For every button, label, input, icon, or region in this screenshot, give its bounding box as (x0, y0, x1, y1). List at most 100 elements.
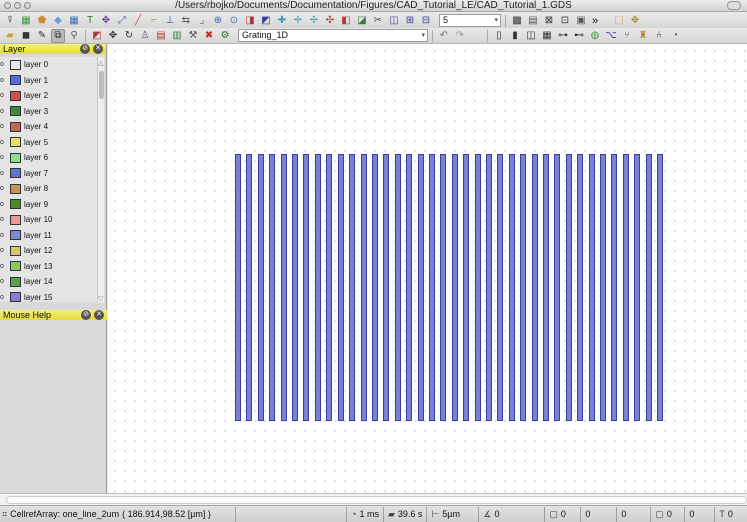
node-icon[interactable]: ✚ (275, 14, 289, 28)
undo-icon[interactable]: ↶ (437, 29, 451, 43)
rotate-icon[interactable]: ↻ (122, 29, 136, 43)
grating-bar[interactable] (406, 154, 413, 421)
snap-edge-icon[interactable]: ⊡ (558, 14, 572, 28)
grating-bar[interactable] (451, 154, 458, 421)
visibility-icon[interactable]: o (0, 278, 7, 285)
grating-bar[interactable] (634, 154, 641, 421)
visibility-icon[interactable]: o (0, 294, 7, 301)
page-icon[interactable]: ▯ (492, 29, 506, 43)
visibility-icon[interactable]: o (0, 232, 7, 239)
ungroup-icon[interactable]: ▥ (170, 29, 184, 43)
hierarchy-icon[interactable]: ⊶ (556, 29, 570, 43)
float-icon[interactable]: ⊘ (81, 310, 91, 320)
visibility-icon[interactable]: o (0, 77, 7, 84)
scrollbar-thumb[interactable] (99, 71, 104, 99)
layer-row[interactable]: o layer 0 (0, 57, 97, 72)
layout-canvas[interactable] (108, 44, 747, 493)
step-combo[interactable]: 5 ▾ (439, 14, 501, 27)
snap-icon[interactable]: ⊠ (542, 14, 556, 28)
grating-bar[interactable] (588, 154, 595, 421)
visibility-icon[interactable]: o (0, 108, 7, 115)
grating-bar[interactable] (542, 154, 549, 421)
cell-pattern-icon[interactable]: ⚙ (218, 29, 232, 43)
pan-icon[interactable]: ⚲ (67, 29, 81, 43)
grating-bar[interactable] (417, 154, 424, 421)
grating-bar[interactable] (269, 154, 276, 421)
visibility-icon[interactable]: o (0, 216, 7, 223)
layer-row[interactable]: o layer 9 (0, 197, 97, 212)
split-icon[interactable]: ◫ (387, 14, 401, 28)
align-icon[interactable]: ⊥ (163, 14, 177, 28)
hammer-icon[interactable]: ⚒ (186, 29, 200, 43)
visibility-icon[interactable]: o (0, 92, 7, 99)
grating-bar[interactable] (303, 154, 310, 421)
grating-bar[interactable] (292, 154, 298, 421)
shapes-icon[interactable]: ◆ (51, 14, 65, 28)
cell-icon[interactable]: ◨ (243, 14, 257, 28)
grating-bar[interactable] (360, 154, 367, 421)
visibility-icon[interactable]: o (0, 170, 7, 177)
group-icon[interactable]: ▤ (154, 29, 168, 43)
scroll-down-icon[interactable]: ▽ (98, 295, 103, 303)
array-icon[interactable]: ▦ (67, 14, 81, 28)
grating-bar[interactable] (349, 154, 356, 421)
layout-icon[interactable]: ◫ (524, 29, 538, 43)
visibility-icon[interactable]: o (0, 247, 7, 254)
grating-bar[interactable] (394, 154, 401, 421)
grating-bar[interactable] (485, 154, 492, 421)
grating-bar[interactable] (280, 154, 287, 421)
scrollbar-thumb[interactable] (6, 496, 747, 504)
visibility-icon[interactable]: o (0, 139, 7, 146)
grating-bar[interactable] (235, 154, 241, 421)
grating-bar[interactable] (474, 154, 481, 421)
grating-bar[interactable] (554, 154, 561, 421)
layer-row[interactable]: o layer 8 (0, 181, 97, 196)
grating-bar[interactable] (577, 154, 584, 421)
grid-dense-icon[interactable]: ▩ (510, 14, 524, 28)
visibility-icon[interactable]: o (0, 61, 7, 68)
clock-icon[interactable]: ◔ (668, 29, 682, 43)
layer-row[interactable]: o layer 10 (0, 212, 97, 227)
visibility-icon[interactable]: o (0, 201, 7, 208)
snap-mid-icon[interactable]: ▣ (574, 14, 588, 28)
layer-row[interactable]: o layer 4 (0, 119, 97, 134)
layer-row[interactable]: o layer 3 (0, 104, 97, 119)
flip-icon[interactable]: ⇆ (179, 14, 193, 28)
boolean-icon[interactable]: ◧ (339, 14, 353, 28)
grating-bar[interactable] (314, 154, 321, 421)
measure-icon[interactable]: ⊞ (403, 14, 417, 28)
circle-graph-icon[interactable]: ◍ (588, 29, 602, 43)
grating-bar[interactable] (337, 154, 344, 421)
grating-bar[interactable] (246, 154, 253, 421)
node-del-icon[interactable]: ✣ (323, 14, 337, 28)
zoom-in-icon[interactable]: ⊕ (211, 14, 225, 28)
grating-bar[interactable] (611, 154, 618, 421)
scale-icon[interactable]: ⤢ (115, 14, 129, 28)
delete-icon[interactable]: ✖ (202, 29, 216, 43)
node-add-icon[interactable]: ✢ (307, 14, 321, 28)
layer-row[interactable]: o layer 1 (0, 73, 97, 88)
grating-bar[interactable] (531, 154, 538, 421)
visibility-icon[interactable]: o (0, 263, 7, 270)
layer-row[interactable]: o layer 7 (0, 166, 97, 181)
grating-bar[interactable] (497, 154, 504, 421)
layer-row[interactable]: o layer 12 (0, 243, 97, 258)
stack-icon[interactable]: ▦ (540, 29, 554, 43)
edit-icon[interactable]: ✎ (35, 29, 49, 43)
visibility-icon[interactable]: o (0, 154, 7, 161)
grid-sparse-icon[interactable]: ▤ (526, 14, 540, 28)
polygon-icon[interactable]: ⬟ (35, 14, 49, 28)
window-minimize-button[interactable] (14, 2, 21, 9)
merge-icon[interactable]: ◪ (355, 14, 369, 28)
layer-row[interactable]: o layer 6 (0, 150, 97, 165)
layer-row[interactable]: o layer 15 (0, 290, 97, 305)
grating-bar[interactable] (565, 154, 572, 421)
ruler-icon[interactable]: ⊟ (419, 14, 433, 28)
graph-icon[interactable]: ⊷ (572, 29, 586, 43)
visibility-icon[interactable]: o (0, 123, 7, 130)
scroll-up-icon[interactable]: △ (98, 59, 103, 67)
layer-list-scrollbar[interactable]: △ ▽ (97, 57, 104, 303)
layer-row[interactable]: o layer 5 (0, 135, 97, 150)
fork-icon[interactable]: ⑂ (620, 29, 634, 43)
node-move-icon[interactable]: ✛ (291, 14, 305, 28)
